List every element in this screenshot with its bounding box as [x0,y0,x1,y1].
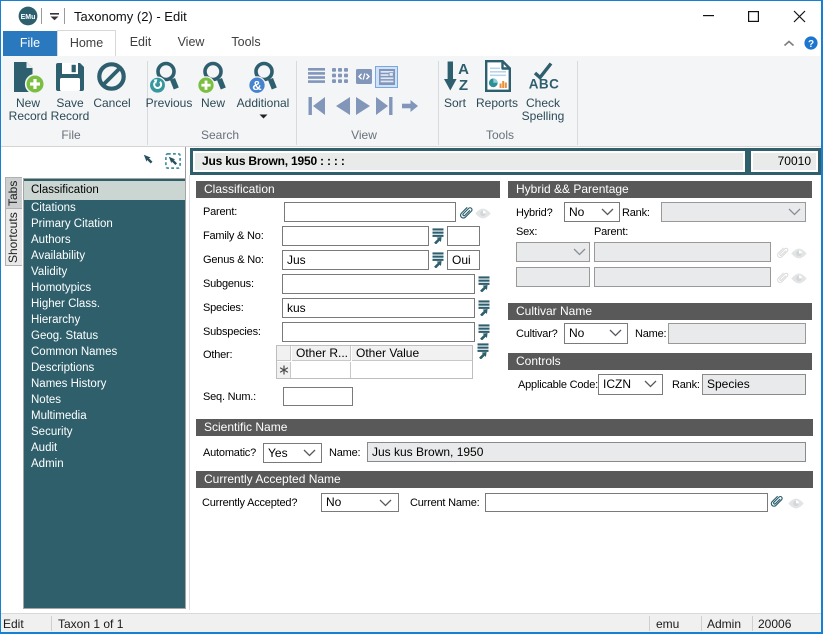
svg-text:&: & [252,78,261,93]
svg-text:A: A [458,61,469,78]
svg-text:EMu: EMu [21,14,36,21]
svg-text:Z: Z [459,77,468,91]
svg-text:?: ? [808,39,814,50]
svg-text:ABC: ABC [529,77,559,91]
